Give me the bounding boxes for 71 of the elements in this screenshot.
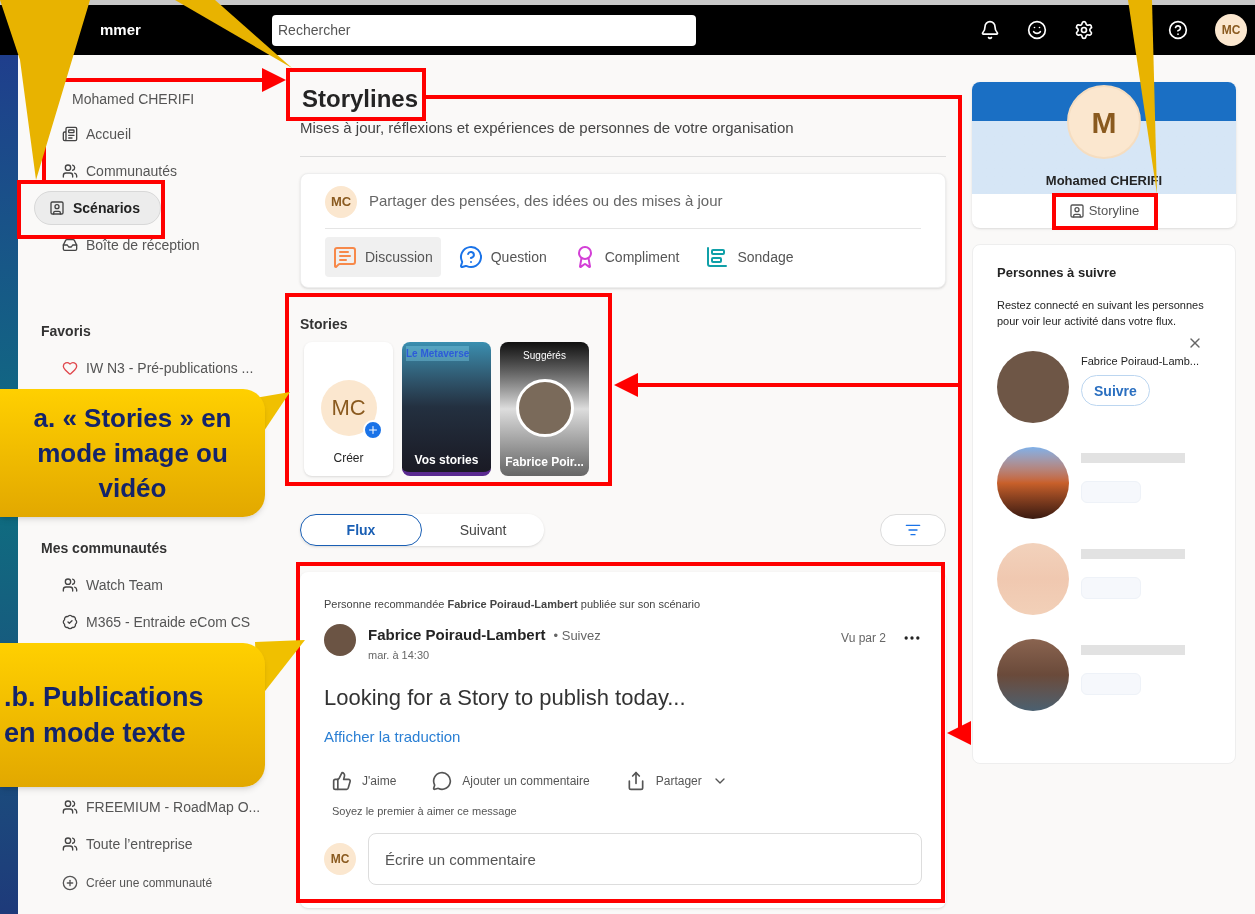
brand-name: mmer (100, 19, 142, 40)
avatar: MC (324, 843, 356, 875)
card-description: Restez connecté en suivant les personnes pour voir leur activité dans votre flux. (997, 297, 1205, 329)
likes-text: Soyez le premier à aimer ce message (332, 803, 518, 819)
avatar: MC (1215, 14, 1247, 46)
story-card[interactable]: Suggérés Fabrice Poir... (500, 341, 589, 476)
community-item[interactable]: FREEMIUM - RoadMap O... (50, 788, 261, 825)
photo-placeholder (324, 624, 356, 656)
storyline-icon (49, 199, 65, 216)
question-icon (458, 244, 483, 269)
post-time: mar. à 14:30 (368, 647, 431, 663)
storyline-icon (1068, 203, 1085, 219)
people-icon (62, 576, 78, 593)
create-story-card[interactable]: MC Créer (304, 341, 393, 476)
notification-icon[interactable] (980, 20, 1000, 40)
plus-circle-icon (62, 875, 78, 891)
verified-icon (62, 613, 78, 630)
translate-link[interactable]: Afficher la traduction (324, 726, 922, 749)
post-type-tab[interactable]: Discussion (325, 236, 441, 277)
avatar: MC (320, 379, 377, 436)
author-name[interactable]: Fabrice Poiraud-Lambert (368, 624, 546, 647)
avatar: MC (325, 185, 357, 218)
post-type-tab[interactable]: Question (450, 236, 555, 277)
comment-field[interactable]: Écrire un commentaire (368, 833, 922, 885)
page-subtitle: Mises à jour, réflexions et expériences de personnes de votre organisation (300, 118, 795, 138)
news-icon (62, 125, 78, 142)
section-title: Stories (300, 314, 349, 334)
community-item[interactable]: M365 - Entraide eCom CS (50, 603, 251, 640)
page-title: Storylines (302, 85, 419, 113)
inbox-icon (62, 236, 78, 253)
person-name: Fabrice Poiraud-Lamb... (1081, 353, 1199, 369)
callout-bubble: .b. Publications en mode texte (0, 643, 265, 787)
help-icon[interactable] (1168, 20, 1188, 40)
photo-placeholder (515, 379, 574, 437)
section-title: Favoris (41, 322, 91, 341)
post-type-tab[interactable]: Sondage (697, 236, 802, 277)
post-body: Looking for a Story to publish today... (324, 684, 687, 712)
people-icon (62, 798, 78, 815)
community-item[interactable]: Watch Team (50, 566, 164, 603)
smiley-icon[interactable] (1027, 20, 1047, 40)
settings-icon[interactable] (1074, 20, 1094, 40)
heart-icon (62, 359, 78, 376)
nav-item[interactable]: Accueil (50, 116, 144, 151)
post-action[interactable]: J'aime (332, 770, 397, 791)
callout-bubble: a. « Stories » en mode image ou vidéo (0, 389, 265, 517)
people-icon (62, 835, 78, 852)
community-item[interactable]: Toute l’entreprise (50, 825, 193, 862)
post-type-tab[interactable]: Compliment (564, 236, 688, 277)
nav-item[interactable]: Communautés (50, 153, 190, 188)
search-field[interactable]: Rechercher (272, 14, 696, 46)
post-action[interactable]: Partager (625, 770, 728, 791)
nav-item[interactable]: Boîte de réception (50, 227, 212, 262)
favorite-item[interactable]: IW N3 - Pré-publications ... (50, 349, 254, 386)
thumbs-up-icon (332, 770, 352, 791)
post-action[interactable]: Ajouter un commentaire (432, 770, 590, 791)
follow-link[interactable]: • Suivez (553, 625, 601, 645)
share-field[interactable]: Partager des pensées, des idées ou des mises à jour (369, 190, 921, 213)
view-count: Vu par 2 (841, 630, 886, 646)
avatar: M (1067, 85, 1141, 159)
poll-icon (705, 244, 730, 269)
nav-item[interactable]: Scénarios (34, 190, 161, 225)
profile-name[interactable]: Mohamed CHERIFI (72, 89, 195, 109)
comment-icon (432, 770, 453, 791)
feed-tab[interactable]: Suivant (422, 513, 544, 546)
chat-icon (333, 244, 357, 269)
story-card[interactable]: Le Metaverse Vos stories (402, 341, 491, 476)
post-context: Personne recommandée Fabrice Poiraud-Lambert publiée sur son scénario (324, 596, 701, 612)
section-title: Mes communautés (41, 539, 168, 558)
create-community-link[interactable]: Créer une communauté (50, 862, 213, 904)
card-title: Personnes à suivre (997, 264, 1118, 282)
people-icon (62, 162, 78, 179)
